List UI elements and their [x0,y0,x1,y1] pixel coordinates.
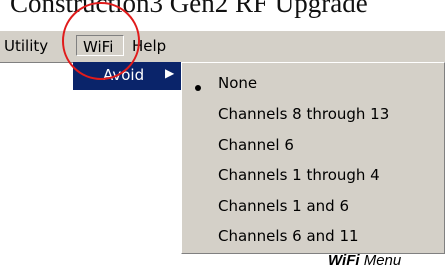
option-channels-8-13[interactable]: Channels 8 through 13 [218,105,389,123]
window-content-area [0,62,76,272]
menu-bar: Utility WiFi Help [0,31,445,62]
option-channels-6-11[interactable]: Channels 6 and 11 [218,227,359,245]
selected-bullet-icon [195,85,201,91]
option-channels-1-4[interactable]: Channels 1 through 4 [218,166,380,184]
caption-bold: WiFi [328,252,360,269]
menu-wifi[interactable]: WiFi [76,35,124,56]
menu-item-avoid-label: Avoid [103,66,145,84]
menu-help[interactable]: Help [132,37,166,55]
chevron-right-icon: ▶ [165,66,175,80]
figure-caption: WiFi Menu [328,252,401,269]
menu-item-avoid[interactable]: Avoid ▶ [73,62,181,90]
option-channel-6[interactable]: Channel 6 [218,136,294,154]
menu-utility[interactable]: Utility [4,37,48,55]
option-channels-1-6[interactable]: Channels 1 and 6 [218,197,349,215]
caption-rest: Menu [359,252,402,269]
document-title: Construction3 Gen2 RF Upgrade [10,0,368,18]
avoid-submenu: None Channels 8 through 13 Channel 6 Cha… [181,62,445,254]
option-none[interactable]: None [218,74,257,92]
